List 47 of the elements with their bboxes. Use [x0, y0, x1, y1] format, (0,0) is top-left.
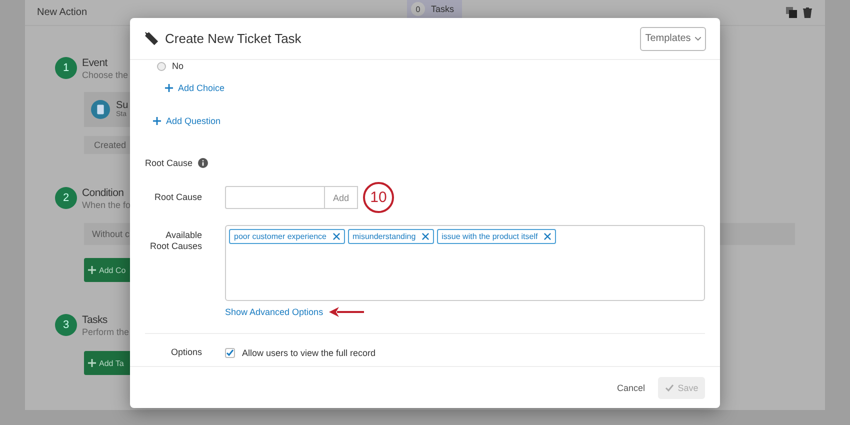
add-question-link[interactable]: Add Question: [153, 114, 221, 128]
root-cause-tag[interactable]: issue with the product itself: [436, 229, 556, 244]
step-number: 3: [55, 314, 77, 336]
trash-icon[interactable]: [802, 7, 813, 18]
section-heading: Root Cause: [145, 158, 193, 168]
field-label: Available Root Causes: [148, 230, 202, 253]
cancel-button[interactable]: Cancel: [616, 382, 645, 392]
caret-icon: [694, 36, 701, 40]
add-choice-link[interactable]: Add Choice: [165, 81, 225, 95]
root-cause-tag[interactable]: misunderstanding: [348, 229, 434, 244]
copy-icon[interactable]: [786, 7, 797, 18]
add-button[interactable]: Add: [325, 186, 358, 209]
step-number: 1: [55, 57, 77, 79]
plus-icon: [88, 266, 96, 274]
clipboard-icon: [91, 100, 110, 119]
dialog-title: Create New Ticket Task: [165, 31, 302, 46]
checkbox[interactable]: [225, 348, 235, 358]
root-cause-field[interactable]: [225, 186, 325, 209]
card-title: Su: [116, 100, 128, 111]
step-subtitle: Perform the: [82, 327, 130, 338]
remove-icon[interactable]: [544, 233, 551, 240]
step-number: 2: [55, 187, 77, 209]
plus-icon: [165, 84, 173, 92]
field-label: Root Cause: [153, 192, 202, 203]
step-subtitle: Choose the: [82, 70, 128, 81]
checkbox-label: Allow users to view the full record: [242, 348, 376, 358]
step-title: Tasks: [82, 314, 108, 327]
check-icon: [664, 384, 674, 392]
arrow-icon: [329, 307, 364, 317]
ticket-icon: [144, 31, 159, 46]
root-cause-tag[interactable]: poor customer experience: [229, 229, 344, 244]
step-title: Condition: [82, 187, 125, 200]
plus-icon: [153, 117, 161, 125]
plus-icon: [88, 359, 96, 367]
step-callout: 10: [363, 182, 394, 213]
templates-dropdown[interactable]: Templates: [640, 26, 706, 50]
field-label: Options: [170, 347, 202, 358]
advanced-options-link[interactable]: Show Advanced Options: [225, 305, 324, 319]
step-title: Event: [82, 57, 109, 70]
page-title: New Action: [37, 7, 88, 18]
remove-icon[interactable]: [422, 233, 429, 240]
step-subtitle: When the fo: [82, 200, 131, 211]
remove-icon[interactable]: [332, 233, 340, 240]
choice-label: No: [172, 61, 184, 71]
radio-button[interactable]: [157, 62, 166, 70]
info-icon[interactable]: [198, 158, 208, 168]
tasks-tab[interactable]: 0 Tasks: [407, 0, 462, 18]
